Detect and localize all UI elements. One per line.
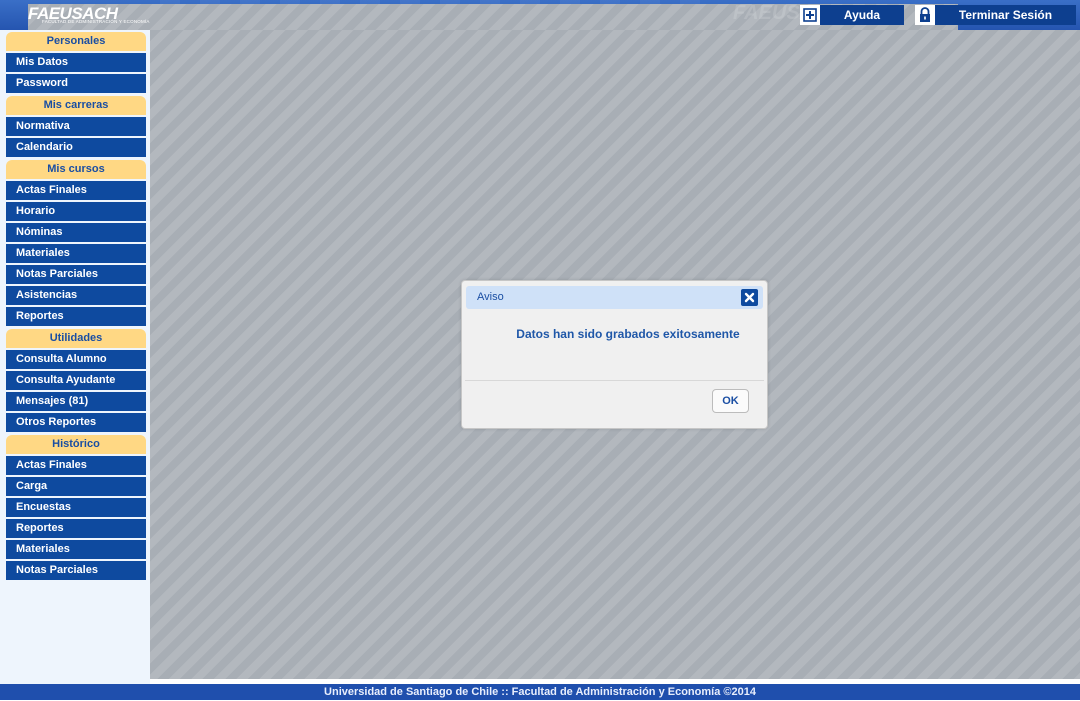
sidebar-item-historico-reportes[interactable]: Reportes — [6, 519, 146, 538]
faeusach-logo: FAEUSACH FACULTAD DE ADMINISTRACIÓN Y EC… — [28, 4, 958, 653]
sidebar-item-normativa[interactable]: Normativa — [6, 117, 146, 136]
sidebar-item-asistencias[interactable]: Asistencias — [6, 286, 146, 305]
sidebar-item-historico-notas-parciales[interactable]: Notas Parciales — [6, 561, 146, 580]
close-icon[interactable] — [741, 289, 758, 306]
footer: Universidad de Santiago de Chile :: Facu… — [0, 684, 1080, 700]
sidebar-item-password[interactable]: Password — [6, 74, 146, 93]
logout-label: Terminar Sesión — [958, 8, 1053, 22]
section-utilidades: Utilidades — [6, 329, 146, 348]
help-label: Ayuda — [843, 8, 881, 22]
plus-box-icon — [800, 5, 820, 25]
section-personales: Personales — [6, 32, 146, 51]
sidebar-item-reportes[interactable]: Reportes — [6, 307, 146, 326]
sidebar-item-calendario[interactable]: Calendario — [6, 138, 146, 157]
sidebar-item-consulta-alumno[interactable]: Consulta Alumno — [6, 350, 146, 369]
sidebar-item-notas-parciales[interactable]: Notas Parciales — [6, 265, 146, 284]
sidebar: Personales Mis Datos Password Mis carrer… — [0, 30, 150, 684]
sidebar-item-historico-encuestas[interactable]: Encuestas — [6, 498, 146, 517]
sidebar-item-mensajes[interactable]: Mensajes (81) — [6, 392, 146, 411]
dialog-titlebar: Aviso — [466, 286, 763, 309]
sidebar-item-nominas[interactable]: Nóminas — [6, 223, 146, 242]
sidebar-item-actas-finales[interactable]: Actas Finales — [6, 181, 146, 200]
aviso-dialog: Aviso Datos han sido grabados exitosamen… — [461, 280, 768, 429]
logo-subtitle: FACULTAD DE ADMINISTRACIÓN Y ECONOMÍA — [42, 19, 150, 24]
dialog-divider — [465, 380, 764, 381]
sidebar-item-consulta-ayudante[interactable]: Consulta Ayudante — [6, 371, 146, 390]
sidebar-item-materiales[interactable]: Materiales — [6, 244, 146, 263]
section-mis-cursos: Mis cursos — [6, 160, 146, 179]
dialog-title: Aviso — [477, 291, 504, 303]
help-button[interactable]: Ayuda — [800, 5, 904, 25]
dialog-message: Datos han sido grabados exitosamente — [516, 327, 740, 341]
sidebar-item-historico-actas-finales[interactable]: Actas Finales — [6, 456, 146, 475]
sidebar-item-historico-carga[interactable]: Carga — [6, 477, 146, 496]
logout-button[interactable]: Terminar Sesión — [915, 5, 1076, 25]
sidebar-item-mis-datos[interactable]: Mis Datos — [6, 53, 146, 72]
top-header: FAEUSACH FACULTAD DE ADMINISTRACIÓN Y EC… — [0, 0, 1080, 653]
ok-button[interactable]: OK — [712, 389, 749, 413]
section-historico: Histórico — [6, 435, 146, 454]
sidebar-item-otros-reportes[interactable]: Otros Reportes — [6, 413, 146, 432]
sidebar-item-horario[interactable]: Horario — [6, 202, 146, 221]
sidebar-item-historico-materiales[interactable]: Materiales — [6, 540, 146, 559]
lock-icon — [915, 5, 935, 25]
section-mis-carreras: Mis carreras — [6, 96, 146, 115]
